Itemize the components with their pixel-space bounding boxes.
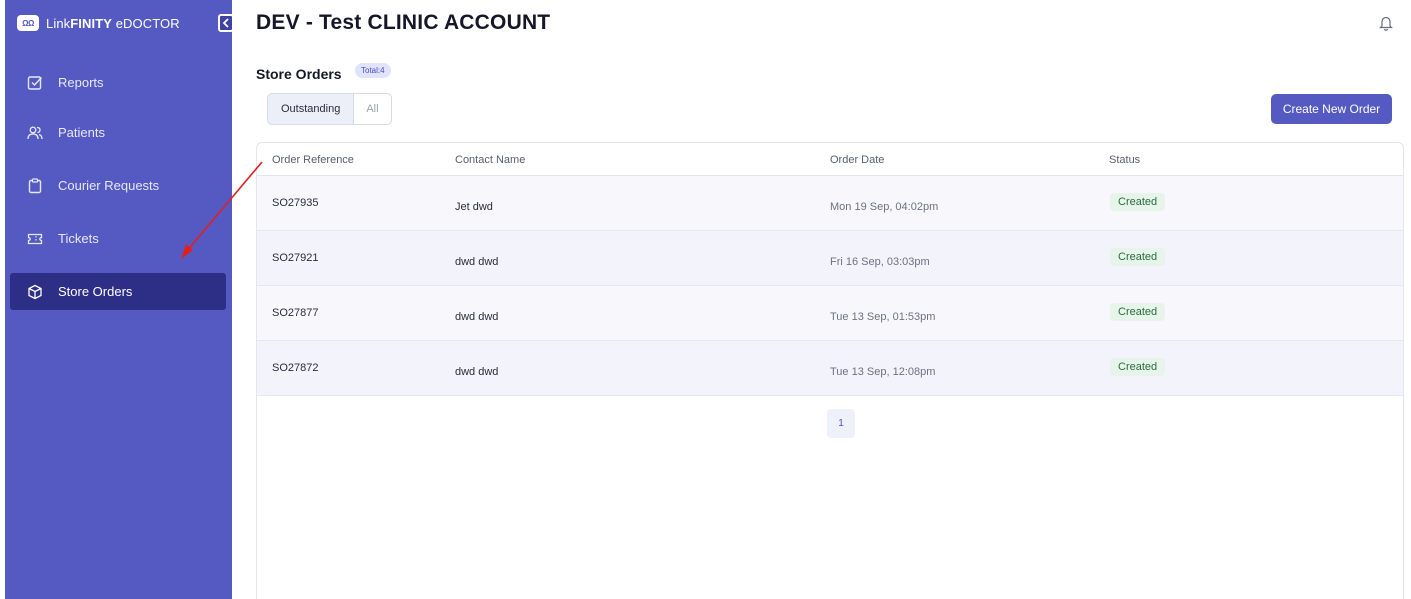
order-date-cell: Mon 19 Sep, 04:02pm [830, 201, 939, 213]
page-title: DEV - Test CLINIC ACCOUNT [256, 11, 551, 34]
order-reference-cell: SO27877 [272, 307, 319, 319]
brand-name: LinkFINITY eDOCTOR [46, 15, 180, 31]
contact-name-cell: dwd dwd [455, 366, 499, 378]
order-reference-cell: SO27872 [272, 362, 319, 374]
order-reference-cell: SO27935 [272, 197, 319, 209]
order-date-cell: Tue 13 Sep, 12:08pm [830, 366, 936, 378]
contact-name-cell: dwd dwd [455, 256, 499, 268]
orders-table: Order Reference Contact Name Order Date … [256, 142, 1404, 599]
total-count-badge: Total:4 [355, 63, 391, 78]
box-icon [26, 283, 44, 301]
notifications-bell-icon[interactable] [1379, 15, 1393, 31]
sidebar-item-store-orders[interactable]: Store Orders [10, 273, 226, 310]
sidebar-item-patients[interactable]: Patients [10, 114, 226, 151]
brand-logo-icon: ΩΩ [17, 15, 39, 31]
sidebar-item-reports[interactable]: Reports [10, 64, 226, 101]
sidebar-item-label: Courier Requests [58, 178, 160, 193]
column-header-contact-name[interactable]: Contact Name [455, 154, 525, 166]
brand[interactable]: ΩΩ LinkFINITY eDOCTOR [17, 11, 180, 35]
sidebar-item-label: Tickets [58, 231, 99, 246]
checkbox-icon [26, 74, 44, 92]
column-header-order-reference[interactable]: Order Reference [272, 154, 354, 166]
table-row[interactable]: SO27877 dwd dwd Tue 13 Sep, 01:53pm Crea… [257, 286, 1403, 341]
clipboard-icon [26, 177, 44, 195]
sidebar: ΩΩ LinkFINITY eDOCTOR Reports Patients C… [5, 0, 234, 599]
filter-all-button[interactable]: All [354, 94, 390, 124]
table-row[interactable]: SO27872 dwd dwd Tue 13 Sep, 12:08pm Crea… [257, 341, 1403, 396]
status-badge: Created [1110, 303, 1166, 321]
status-badge: Created [1110, 248, 1166, 266]
chevron-left-icon [222, 18, 229, 28]
order-reference-cell: SO27921 [272, 252, 319, 264]
contact-name-cell: dwd dwd [455, 311, 499, 323]
contact-name-cell: Jet dwd [455, 201, 493, 213]
pagination-page-button[interactable]: 1 [827, 409, 855, 438]
collapse-sidebar-button[interactable] [218, 14, 234, 32]
table-row[interactable]: SO27935 Jet dwd Mon 19 Sep, 04:02pm Crea… [257, 176, 1403, 231]
order-filter-toggle: Outstanding All [267, 93, 392, 125]
filter-outstanding-button[interactable]: Outstanding [268, 94, 355, 124]
table-row[interactable]: SO27921 dwd dwd Fri 16 Sep, 03:03pm Crea… [257, 231, 1403, 286]
column-header-order-date[interactable]: Order Date [830, 154, 884, 166]
order-date-cell: Tue 13 Sep, 01:53pm [830, 311, 936, 323]
table-header: Order Reference Contact Name Order Date … [257, 143, 1403, 176]
sidebar-item-label: Store Orders [58, 284, 133, 299]
column-header-status[interactable]: Status [1109, 154, 1140, 166]
sidebar-item-label: Patients [58, 125, 105, 140]
sidebar-item-courier-requests[interactable]: Courier Requests [10, 167, 226, 204]
status-badge: Created [1110, 358, 1166, 376]
ticket-icon [26, 230, 44, 248]
order-date-cell: Fri 16 Sep, 03:03pm [830, 256, 930, 268]
create-new-order-button[interactable]: Create New Order [1271, 94, 1392, 124]
users-icon [26, 124, 44, 142]
sidebar-nav: Reports Patients Courier Requests Ticket… [10, 64, 226, 326]
sidebar-item-tickets[interactable]: Tickets [10, 220, 226, 257]
section-title: Store Orders [256, 66, 342, 82]
sidebar-item-label: Reports [58, 75, 104, 90]
status-badge: Created [1110, 193, 1166, 211]
